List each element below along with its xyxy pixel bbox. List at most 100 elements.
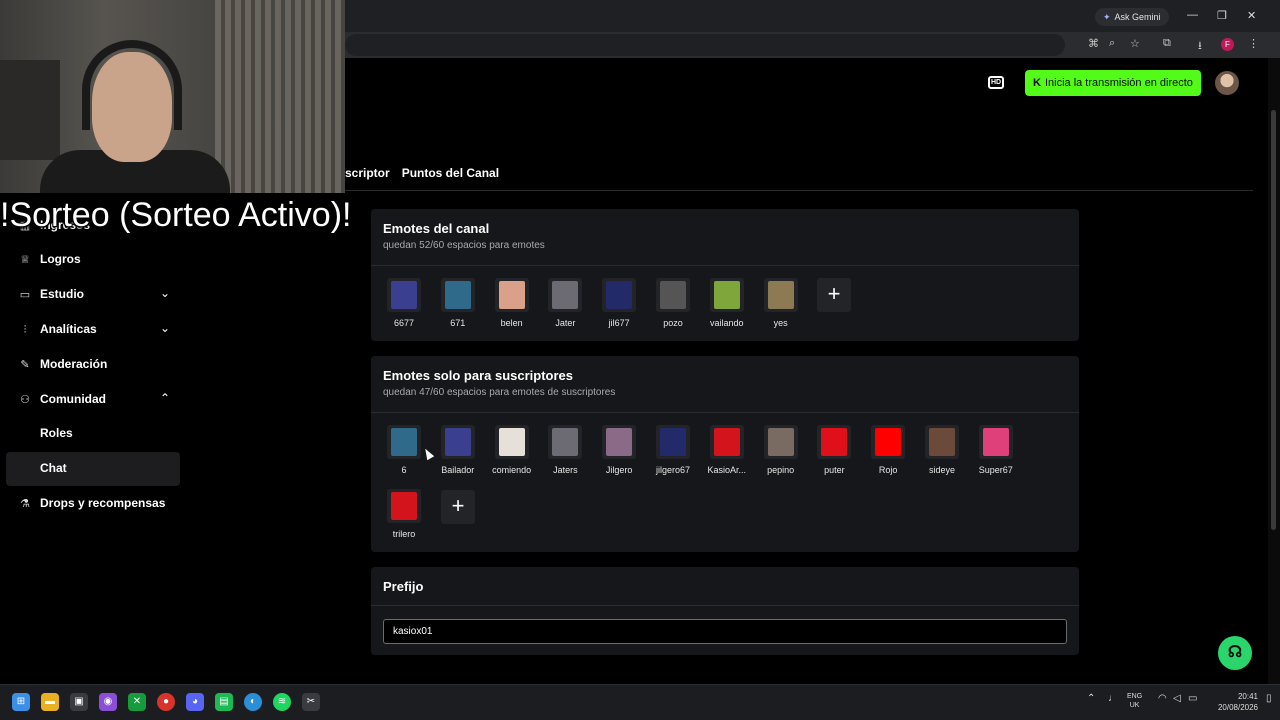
language-indicator[interactable]: ENG UK (1127, 692, 1142, 710)
emote-item[interactable]: comiendo (486, 425, 538, 481)
emote-item[interactable]: jil677 (593, 278, 645, 334)
emote-item[interactable]: Jater (539, 278, 591, 334)
sidebar-item-comunidad[interactable]: ⚇ Comunidad ⌃ (6, 383, 180, 417)
emote-item[interactable]: 671 (432, 278, 484, 334)
file-explorer-icon[interactable]: ▬ (41, 693, 59, 711)
emote-image (440, 278, 475, 312)
emote-item[interactable]: puter (808, 425, 860, 481)
support-chat-button[interactable]: ☊ (1218, 636, 1252, 670)
sparkle-icon: ✦ (1103, 12, 1111, 22)
emote-image (978, 425, 1013, 459)
emote-item[interactable]: Rojo (862, 425, 914, 481)
browser-profile-avatar[interactable]: F (1221, 38, 1234, 51)
trophy-icon: ♕ (20, 254, 30, 266)
extensions-icon[interactable]: ⧉ (1163, 37, 1171, 50)
emote-item[interactable]: yes (755, 278, 807, 334)
close-window-button[interactable]: ✕ (1247, 9, 1256, 22)
spotify-icon[interactable]: ≋ (273, 693, 291, 711)
add-subscriber-emote-button[interactable]: + (441, 490, 475, 524)
page-scrollbar-thumb[interactable] (1271, 110, 1276, 530)
emote-item[interactable]: vailando (701, 278, 753, 334)
streaming-app-icon[interactable]: ◉ (99, 693, 117, 711)
emote-item[interactable]: jilgero67 (647, 425, 699, 481)
emote-name: Super67 (978, 465, 1013, 475)
emote-item[interactable]: Bailador (432, 425, 484, 481)
maximize-button[interactable]: ❐ (1217, 9, 1227, 22)
xbox-icon[interactable]: ✕ (128, 693, 146, 711)
system-clock[interactable]: 20:41 20/08/2026 (1208, 691, 1258, 713)
kick-icon[interactable]: ▤ (215, 693, 233, 711)
capcut-icon[interactable]: ✂ (302, 693, 320, 711)
sidebar-item-logros[interactable]: ♕ Logros (6, 243, 180, 277)
subscriber-emotes-title: Emotes solo para suscriptores (383, 368, 574, 383)
notifications-icon[interactable]: ▯ (1266, 693, 1272, 704)
subscriber-emotes-card: Emotes solo para suscriptores quedan 47/… (371, 356, 1079, 552)
emote-name: jil677 (608, 318, 630, 328)
minimize-button[interactable]: — (1187, 9, 1198, 21)
emote-thumbnail (713, 428, 740, 456)
zoom-icon[interactable]: ⌕ (1109, 37, 1115, 50)
emote-item[interactable]: pozo (647, 278, 699, 334)
emote-image (656, 425, 690, 459)
tab-suscriptor[interactable]: scriptor (345, 166, 390, 180)
emote-image (871, 425, 906, 459)
emote-image (709, 425, 744, 459)
emote-thumbnail (606, 281, 633, 309)
emote-name: Jilgero (605, 465, 633, 475)
sidebar-item-moderacion[interactable]: ✎ Moderación (6, 348, 180, 382)
giveaway-overlay-text: !Sorteo (Sorteo Activo)! (0, 196, 352, 234)
emote-item[interactable]: Jilgero (593, 425, 645, 481)
subscriber-emotes-subtitle: quedan 47/60 espacios para emotes de sus… (383, 387, 616, 398)
studio-icon: ▭ (19, 289, 31, 301)
channel-emotes-title: Emotes del canal (383, 221, 490, 236)
sidebar-item-roles[interactable]: Roles (6, 417, 180, 451)
emote-item[interactable]: 6677 (378, 278, 430, 334)
emote-item[interactable]: pepino (755, 425, 807, 481)
bookmark-star-icon[interactable]: ☆ (1130, 37, 1140, 50)
wrench-icon: ✎ (20, 359, 30, 371)
emote-thumbnail (660, 281, 686, 309)
add-channel-emote-button[interactable]: + (817, 278, 851, 312)
emote-item[interactable]: Jaters (539, 425, 591, 481)
address-bar[interactable] (345, 34, 1065, 56)
windows-taskbar: ⊞ ▬ ▣ ◉ ✕ ● ◕ ▤ ◐ ≋ ✂ ⌃ ♩ ENG UK ◠ ◁ ▭ 2… (0, 684, 1280, 720)
emote-name: jilgero67 (655, 465, 691, 475)
windows-start-icon[interactable]: ⊞ (12, 693, 30, 711)
ask-gemini-button[interactable]: ✦ Ask Gemini (1095, 8, 1169, 26)
emote-item[interactable]: KasioAr... (701, 425, 753, 481)
emote-item[interactable]: Super67 (970, 425, 1022, 481)
chrome-icon[interactable]: ● (157, 693, 175, 711)
tray-overflow-icon[interactable]: ⌃ (1087, 693, 1095, 704)
battery-icon[interactable]: ▭ (1188, 693, 1197, 704)
volume-icon[interactable]: ◁ (1173, 693, 1181, 704)
emote-image (817, 425, 852, 459)
emote-item[interactable]: trilero (378, 489, 430, 545)
broadcast-icon[interactable]: HD (988, 76, 1004, 89)
wifi-icon[interactable]: ◠ (1158, 693, 1167, 704)
edge-icon[interactable]: ◐ (244, 693, 262, 711)
prefix-card: Prefijo kasiox01 (371, 567, 1079, 655)
discord-icon[interactable]: ◕ (186, 693, 204, 711)
translate-icon[interactable]: ⌘ (1088, 37, 1099, 50)
microphone-icon[interactable]: ♩ (1108, 693, 1118, 704)
download-icon[interactable]: ⭳ (1198, 37, 1202, 56)
sidebar-item-drops[interactable]: ⚗ Drops y recompensas (6, 487, 180, 521)
prefix-input[interactable]: kasiox01 (383, 619, 1067, 644)
sidebar-item-analiticas[interactable]: ⫶ Analíticas ⌄ (6, 313, 180, 347)
emote-thumbnail (606, 428, 633, 456)
emote-image (656, 278, 690, 312)
store-icon[interactable]: ▣ (70, 693, 88, 711)
sidebar-item-estudio[interactable]: ▭ Estudio ⌄ (6, 278, 180, 312)
emote-name: comiendo (492, 465, 532, 475)
avatar[interactable] (1215, 71, 1239, 95)
emote-name: pepino (767, 465, 795, 475)
emote-name: Jaters (553, 465, 578, 475)
browser-menu-icon[interactable]: ⋮ (1248, 37, 1259, 50)
sidebar-item-chat[interactable]: Chat (6, 452, 180, 486)
emote-item[interactable]: sideye (916, 425, 968, 481)
emote-item[interactable]: belen (486, 278, 538, 334)
tab-puntos-del-canal[interactable]: Puntos del Canal (402, 166, 499, 180)
start-live-button[interactable]: K Inicia la transmisión en directo (1025, 70, 1201, 96)
community-icon: ⚇ (20, 394, 30, 406)
emote-name: yes (773, 318, 788, 328)
